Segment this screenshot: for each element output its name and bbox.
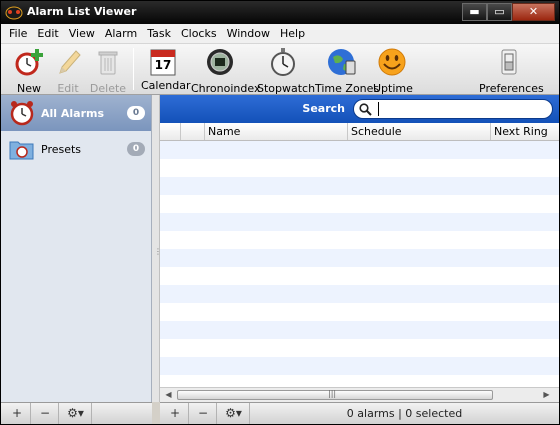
table-row [160, 249, 559, 267]
delete-button[interactable]: Delete [89, 47, 127, 95]
globe-icon [328, 49, 356, 75]
table-row [160, 339, 559, 357]
new-alarm-icon [15, 49, 43, 76]
group-action-button[interactable]: ⚙▾ [60, 403, 92, 424]
close-button[interactable]: ✕ [512, 3, 555, 21]
add-group-button[interactable]: + [4, 403, 31, 424]
add-alarm-button[interactable]: + [162, 403, 189, 424]
sidebar-item-label: Presets [41, 142, 82, 156]
table-bottom-bar: + − ⚙▾ 0 alarms | 0 selected [160, 402, 559, 424]
table-row [160, 303, 559, 321]
chronoindex-icon [207, 49, 233, 75]
sidebar-bottom-bar: + − ⚙▾ [1, 402, 152, 424]
menu-edit[interactable]: Edit [33, 27, 64, 40]
menu-file[interactable]: File [5, 27, 33, 40]
sidebar-item-all-alarms[interactable]: All Alarms 0 [1, 95, 151, 131]
window-controls: ▬ ▭ ✕ [462, 3, 555, 21]
scroll-left-icon[interactable]: ◀ [162, 389, 175, 401]
column-header-schedule[interactable]: Schedule [347, 123, 490, 140]
table-row [160, 357, 559, 375]
uptime-button[interactable]: Uptime [373, 47, 413, 95]
minimize-button[interactable]: ▬ [462, 3, 487, 21]
search-label: Search [302, 102, 345, 115]
menu-help[interactable]: Help [276, 27, 311, 40]
preferences-button[interactable]: Preferences [479, 47, 544, 95]
window-title: Alarm List Viewer [27, 5, 137, 18]
grip-icon: ||| [328, 389, 337, 398]
time-zones-label: Time Zones [315, 82, 380, 95]
toolbar-separator [133, 48, 134, 90]
smiley-icon [378, 48, 406, 76]
preferences-label: Preferences [479, 82, 544, 95]
calendar-label: Calendar [141, 79, 191, 92]
new-button[interactable]: New [11, 47, 47, 95]
source-list: All Alarms 0 Presets 0 [1, 95, 152, 402]
switch-icon [501, 49, 517, 75]
maximize-button[interactable]: ▭ [487, 3, 512, 21]
table-header: Name Schedule Next Ring [160, 123, 559, 141]
new-label: New [17, 82, 41, 95]
chronoindex-button[interactable]: Chronoindex [191, 47, 261, 95]
column-header-next-ring[interactable]: Next Ring [490, 123, 559, 140]
remove-group-button[interactable]: − [32, 403, 59, 424]
calendar-icon: 17 [147, 47, 179, 77]
search-icon [359, 103, 372, 116]
menu-task[interactable]: Task [143, 27, 177, 40]
table-row [160, 267, 559, 285]
sidebar-item-label: All Alarms [41, 106, 105, 120]
pencil-icon [59, 50, 81, 74]
table-row [160, 177, 559, 195]
stopwatch-button[interactable]: Stopwatch [257, 47, 316, 95]
count-badge: 0 [127, 142, 145, 156]
edit-button[interactable]: Edit [51, 47, 85, 95]
folder-icon [9, 141, 34, 160]
title-bar[interactable]: Alarm List Viewer ▬ ▭ ✕ [1, 1, 559, 24]
calendar-button[interactable]: 17 Calendar [141, 47, 191, 92]
menu-window[interactable]: Window [223, 27, 276, 40]
sidebar-item-presets[interactable]: Presets 0 [1, 131, 151, 167]
uptime-label: Uptime [373, 82, 413, 95]
time-zones-button[interactable]: Time Zones [315, 47, 380, 95]
stopwatch-label: Stopwatch [257, 82, 316, 95]
search-input[interactable] [378, 102, 546, 116]
horizontal-scrollbar[interactable]: ◀ ||| ▶ [160, 387, 559, 402]
calendar-day: 17 [154, 58, 172, 72]
menu-clocks[interactable]: Clocks [177, 27, 223, 40]
alarm-action-button[interactable]: ⚙▾ [218, 403, 250, 424]
trash-icon [98, 51, 118, 75]
stopwatch-icon [271, 48, 295, 76]
toolbar: New Edit Delete 17 Calendar Chronoindex … [1, 44, 559, 95]
count-badge: 0 [127, 106, 145, 120]
menu-view[interactable]: View [65, 27, 101, 40]
edit-label: Edit [57, 82, 79, 95]
column-header-blank[interactable] [180, 123, 204, 140]
app-icon [5, 6, 23, 20]
search-bar: Search [160, 95, 559, 123]
delete-label: Delete [89, 82, 127, 95]
column-header-flag[interactable] [160, 123, 180, 140]
table-row [160, 285, 559, 303]
search-field[interactable] [353, 99, 553, 119]
chronoindex-label: Chronoindex [191, 82, 261, 95]
alarm-table[interactable] [160, 141, 559, 388]
table-row [160, 141, 559, 159]
table-row [160, 159, 559, 177]
remove-alarm-button[interactable]: − [190, 403, 217, 424]
column-header-name[interactable]: Name [204, 123, 347, 140]
menu-bar: File Edit View Alarm Task Clocks Window … [1, 24, 559, 44]
status-text: 0 alarms | 0 selected [346, 407, 463, 420]
table-row [160, 321, 559, 339]
scroll-right-icon[interactable]: ▶ [540, 389, 553, 401]
app-window: Alarm List Viewer ▬ ▭ ✕ File Edit View A… [0, 0, 560, 425]
table-row [160, 213, 559, 231]
pane-splitter[interactable]: ⋮ [152, 95, 162, 402]
scrollbar-thumb[interactable]: ||| [177, 389, 493, 400]
table-row [160, 195, 559, 213]
menu-alarm[interactable]: Alarm [101, 27, 143, 40]
table-row [160, 231, 559, 249]
alarm-clock-icon [10, 101, 34, 126]
